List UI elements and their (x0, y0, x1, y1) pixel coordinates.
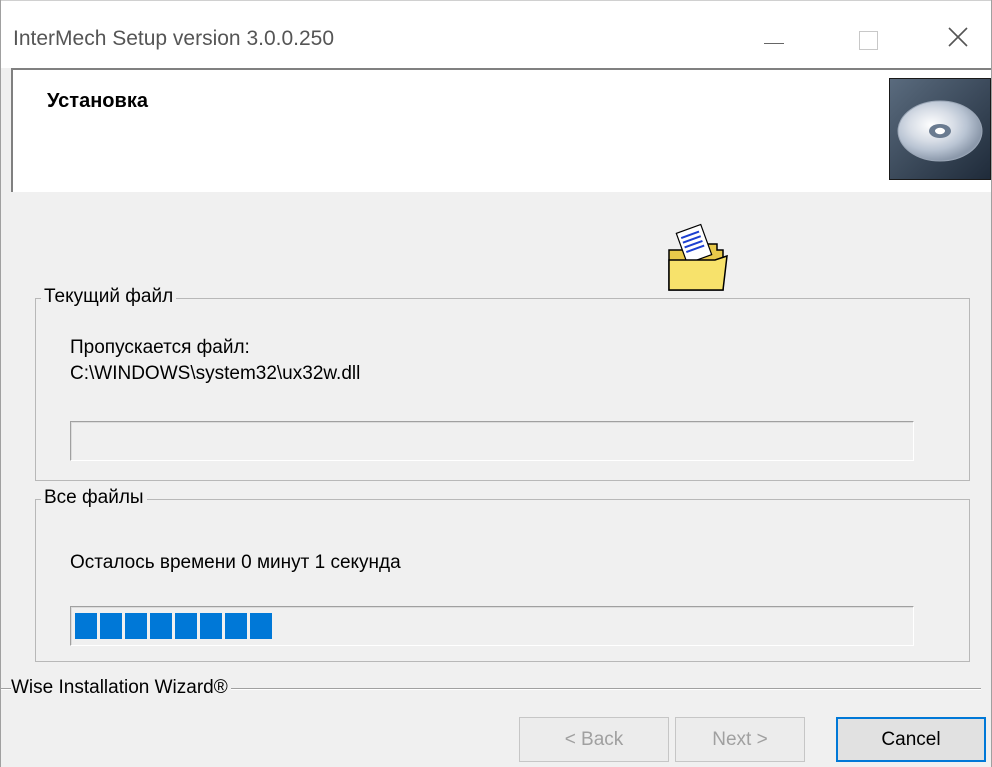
next-button[interactable]: Next > (675, 717, 805, 762)
folder-with-file-icon (665, 220, 729, 294)
all-files-group: Все файлы Осталось времени 0 минут 1 сек… (35, 487, 970, 662)
close-button[interactable] (933, 15, 983, 65)
maximize-button (843, 15, 893, 65)
maximize-icon (858, 30, 878, 50)
wizard-separator: Wise Installation Wizard® (1, 677, 981, 699)
current-file-legend: Текущий файл (41, 286, 177, 308)
minimize-icon (764, 37, 784, 44)
close-icon (946, 23, 970, 57)
cd-disc-icon (889, 78, 991, 180)
minimize-button[interactable] (749, 15, 799, 65)
page-title: Установка (47, 90, 148, 112)
all-files-progress-fill (75, 613, 272, 639)
header-panel: Установка (11, 68, 991, 192)
current-file-path: C:\WINDOWS\system32\ux32w.dll (70, 363, 361, 384)
current-file-progress-bar (70, 421, 914, 461)
time-remaining-label: Осталось времени 0 минут 1 секунда (70, 552, 401, 573)
title-bar[interactable]: InterMech Setup version 3.0.0.250 (1, 0, 991, 68)
setup-window: InterMech Setup version 3.0.0.250 Устано… (0, 0, 992, 767)
window-title: InterMech Setup version 3.0.0.250 (13, 27, 335, 50)
wise-brand-label: Wise Installation Wizard® (11, 677, 231, 699)
all-files-legend: Все файлы (41, 487, 147, 509)
back-button[interactable]: < Back (519, 717, 669, 762)
all-files-progress-bar (70, 606, 914, 646)
cancel-button[interactable]: Cancel (836, 717, 986, 762)
skipping-file-label: Пропускается файл: (70, 337, 250, 358)
current-file-group: Текущий файл Пропускается файл: C:\WINDO… (35, 286, 970, 481)
